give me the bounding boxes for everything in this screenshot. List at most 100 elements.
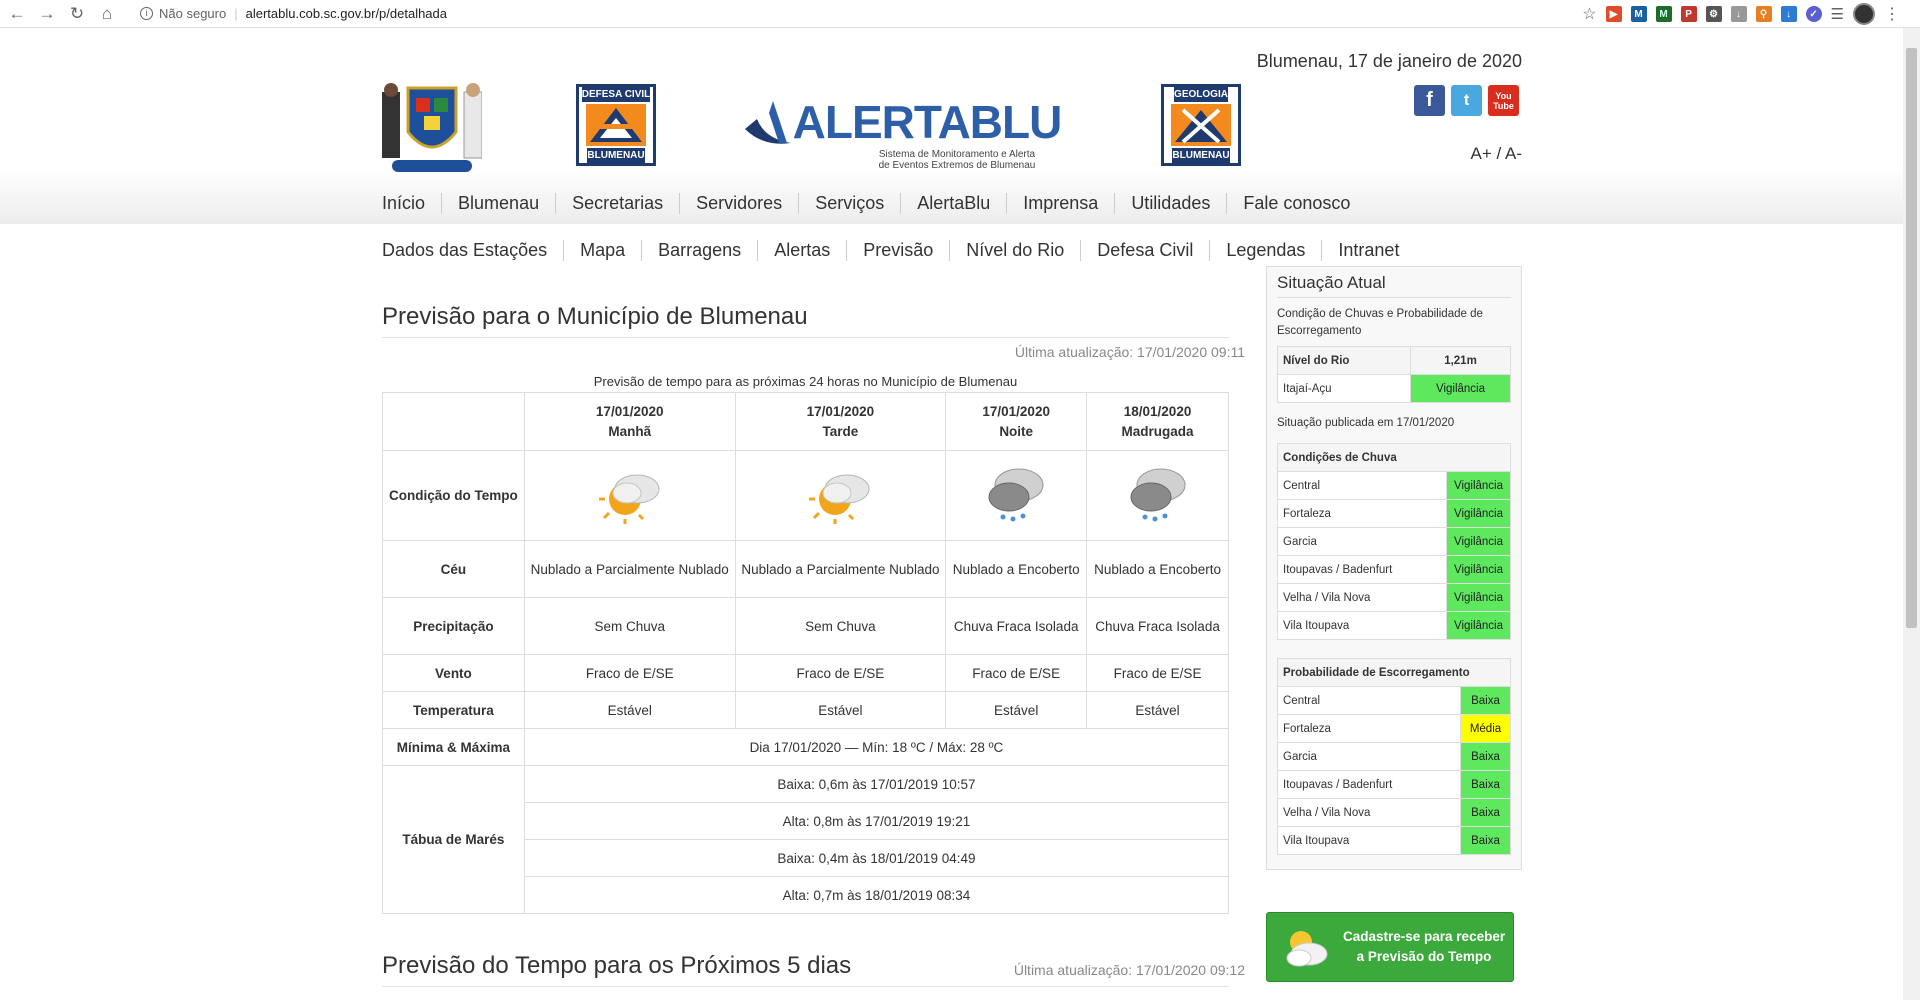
city-crest-logo[interactable] [382, 82, 482, 178]
sub-menu-item[interactable]: Previsão [846, 240, 949, 261]
river-level-table: Nível do Rio 1,21m Itajaí-Açu Vigilância [1277, 346, 1511, 403]
page-scrollbar[interactable] [1903, 28, 1920, 1000]
region-name: Itoupavas / Badenfurt [1277, 555, 1447, 584]
table-cell: Sem Chuva [523, 597, 736, 655]
table-cell: Nublado a Encoberto [945, 540, 1088, 598]
info-icon[interactable]: i [140, 7, 153, 20]
forecast-caption: Previsão de tempo para as próximas 24 ho… [593, 374, 1018, 389]
main-menu-item[interactable]: AlertaBlu [900, 193, 1006, 214]
sub-menu-item[interactable]: Defesa Civil [1080, 240, 1209, 261]
table-cell: Estável [734, 691, 947, 729]
sidebar-description: Condição de Chuvas e Probabilidade de Es… [1277, 308, 1483, 337]
rain-conditions-table: Condições de Chuva Central Vigilância Fort… [1277, 443, 1511, 640]
main-menu-item[interactable]: Servidores [679, 193, 798, 214]
browser-toolbar: ← → ↻ ⌂ i Não seguro | alertablu.cob.sc.… [0, 0, 1920, 28]
reading-list-icon[interactable]: ☰ [1831, 5, 1844, 23]
sub-menu-item[interactable]: Dados das Estações [382, 240, 563, 261]
geologia-top-text: GEOLOGIA [1174, 87, 1228, 102]
region-name: Central [1277, 471, 1447, 500]
column-date: 18/01/2020 [1123, 403, 1192, 419]
table-cell: Fraco de E/SE [523, 654, 736, 692]
m-blue-extension-icon[interactable]: M [1630, 6, 1647, 22]
column-period: Madrugada [1121, 423, 1194, 439]
rain-cloud-icon [981, 463, 1051, 525]
sub-menu-item[interactable]: Legendas [1209, 240, 1321, 261]
url-text[interactable]: alertablu.cob.sc.gov.br/p/detalhada [246, 6, 447, 21]
gear-extension-icon[interactable]: ⚙ [1705, 6, 1722, 22]
last-updated: Última atualização: 17/01/2020 09:11 [1014, 344, 1245, 360]
sub-menu-item[interactable]: Mapa [563, 240, 641, 261]
table-row: Precipitação Sem Chuva Sem Chuva Chuva F… [382, 597, 1229, 655]
subscribe-forecast-button[interactable]: Cadastre-se para receber a Previsão do T… [1266, 912, 1514, 982]
reload-icon[interactable]: ↻ [64, 1, 90, 27]
alertablu-swoosh-icon [744, 101, 791, 144]
region-name: Itoupavas / Badenfurt [1277, 770, 1461, 799]
status-badge: Média [1460, 714, 1511, 743]
search-orange-extension-icon[interactable]: ⚲ [1755, 6, 1772, 22]
m-green-extension-icon[interactable]: M [1655, 6, 1672, 22]
weather-cell [945, 450, 1088, 541]
back-icon[interactable]: ← [4, 1, 30, 27]
table-cell: Nublado a Parcialmente Nublado [523, 540, 736, 598]
youtube-icon[interactable]: You Tube [1488, 85, 1519, 116]
alertablu-subtitle-2: de Eventos Extremos de Blumenau [878, 160, 1036, 171]
main-menu: Início Blumenau Secretarias Servidores Servi… [382, 193, 1366, 214]
forward-icon[interactable]: → [34, 1, 60, 27]
main-menu-item[interactable]: Início [382, 193, 441, 214]
main-menu-item[interactable]: Utilidades [1114, 193, 1226, 214]
sun-cloud-icon [1286, 931, 1328, 967]
alertablu-logo[interactable]: ALERTABLU Sistema de Monitoramento e Ale… [744, 94, 1062, 172]
geologia-logo[interactable]: GEOLOGIA BLUMENAU [1161, 84, 1241, 166]
main-menu-item[interactable]: Secretarias [555, 193, 679, 214]
table-cell: Chuva Fraca Isolada [945, 597, 1088, 655]
table-cell: Nublado a Encoberto [1086, 540, 1229, 598]
sidebar-title: Situação Atual [1277, 273, 1511, 298]
weather-cell [1086, 450, 1229, 541]
crest-icon [382, 83, 482, 172]
download-blue-extension-icon[interactable]: ↓ [1780, 6, 1797, 22]
column-header: 17/01/2020 Tarde [734, 392, 947, 451]
table-row: Itajaí-Açu Vigilância [1277, 374, 1511, 403]
scrollbar-thumb[interactable] [1906, 48, 1917, 628]
main-menu-item[interactable]: Blumenau [441, 193, 555, 214]
defesa-civil-logo[interactable]: DEFESA CIVIL BLUMENAU [576, 84, 656, 166]
address-bar[interactable]: i Não seguro | alertablu.cob.sc.gov.br/p… [130, 2, 457, 26]
pickaxe-icon [1171, 104, 1231, 146]
sun-cloud-icon [805, 463, 875, 525]
facebook-icon[interactable]: f [1414, 85, 1445, 116]
row-label: Precipitação [382, 597, 525, 655]
table-row: Nível do Rio 1,21m [1277, 346, 1511, 375]
column-period: Tarde [822, 423, 859, 439]
column-period: Noite [999, 423, 1034, 439]
check-extension-icon[interactable]: ✓ [1805, 6, 1822, 22]
sub-menu-item[interactable]: Nível do Rio [949, 240, 1080, 261]
sub-menu-item[interactable]: Barragens [641, 240, 757, 261]
sub-menu-item[interactable]: Alertas [757, 240, 846, 261]
region-name: Vila Itoupava [1277, 826, 1461, 855]
status-badge: Vigilância [1446, 499, 1511, 528]
avatar[interactable] [1853, 3, 1875, 25]
font-size-controls[interactable]: A+ / A- [1471, 144, 1523, 164]
column-date: 17/01/2020 [982, 403, 1050, 419]
table-cell: Sem Chuva [734, 597, 947, 655]
table-row: Condição do Tempo [382, 450, 1229, 541]
table-row: Itoupavas / Badenfurt Vigilância [1277, 555, 1511, 584]
column-date: 17/01/2020 [595, 403, 664, 419]
main-menu-item[interactable]: Serviços [798, 193, 900, 214]
megaphone-extension-icon[interactable]: ▶ [1605, 6, 1622, 22]
download-gray-extension-icon[interactable]: ↓ [1730, 6, 1747, 22]
main-menu-item[interactable]: Fale conosco [1226, 193, 1366, 214]
sub-menu-item[interactable]: Intranet [1321, 240, 1415, 261]
table-row: Garcia Vigilância [1277, 527, 1511, 556]
status-badge: Baixa [1460, 770, 1511, 799]
home-icon[interactable]: ⌂ [94, 1, 120, 27]
table-corner [382, 392, 525, 451]
bookmark-star-icon[interactable]: ☆ [1582, 4, 1596, 24]
table-cell: Estável [1086, 691, 1229, 729]
table-row: Central Vigilância [1277, 471, 1511, 500]
main-menu-item[interactable]: Imprensa [1006, 193, 1114, 214]
menu-dots-icon[interactable]: ⋮ [1884, 4, 1900, 24]
pdf-extension-icon[interactable]: P [1680, 6, 1697, 22]
region-name: Fortaleza [1277, 714, 1461, 743]
twitter-icon[interactable]: t [1451, 85, 1482, 116]
